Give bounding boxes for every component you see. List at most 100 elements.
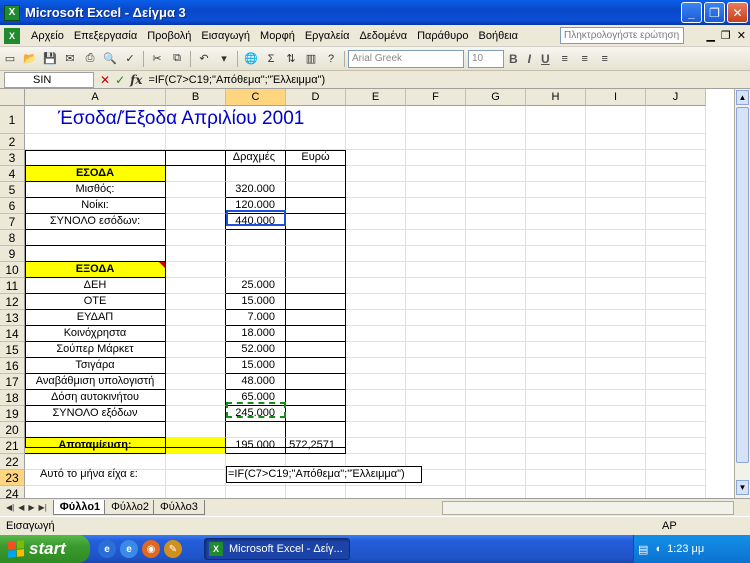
row-header[interactable]: 14	[0, 326, 25, 342]
font-select[interactable]: Arial Greek	[348, 49, 464, 68]
cell-d7[interactable]	[286, 214, 346, 230]
scroll-up-icon[interactable]: ▲	[736, 90, 749, 105]
worksheet-grid[interactable]: A B C D E F G H I J 1 2 3 Δραχμές Ευρώ 4 ΕΣΟΔΑ…	[0, 89, 734, 498]
cell-b17[interactable]	[166, 374, 226, 390]
vertical-scrollbar[interactable]: ▲ ▼	[734, 89, 750, 498]
cell-a4[interactable]: ΕΣΟΔΑ	[25, 166, 166, 182]
cell-d24[interactable]	[286, 486, 346, 498]
col-header-e[interactable]: E	[346, 89, 406, 106]
cell-h13[interactable]	[526, 310, 586, 326]
cell-a12[interactable]: ΟΤΕ	[25, 294, 166, 310]
cell-a7[interactable]: ΣΥΝΟΛΟ εσόδων:	[25, 214, 166, 230]
cell-b20[interactable]	[166, 422, 226, 438]
col-header-i[interactable]: I	[586, 89, 646, 106]
cell-a8[interactable]	[25, 230, 166, 246]
cell-j14[interactable]	[646, 326, 706, 342]
cell-d12[interactable]	[286, 294, 346, 310]
cell-f5[interactable]	[406, 182, 466, 198]
cell-i15[interactable]	[586, 342, 646, 358]
cell-f7[interactable]	[406, 214, 466, 230]
cell-c9[interactable]	[226, 246, 286, 262]
cell-i17[interactable]	[586, 374, 646, 390]
cell-f6[interactable]	[406, 198, 466, 214]
cell-h1[interactable]	[526, 106, 586, 134]
cell-f20[interactable]	[406, 422, 466, 438]
cell-g3[interactable]	[466, 150, 526, 166]
row-header[interactable]: 4	[0, 166, 25, 182]
undo-icon[interactable]: ↶	[196, 51, 212, 67]
enter-icon[interactable]: ✓	[115, 73, 125, 87]
insert-function-icon[interactable]: fx	[130, 73, 142, 87]
help-question-input[interactable]: Πληκτρολογήστε ερώτηση	[560, 27, 684, 44]
cell-h15[interactable]	[526, 342, 586, 358]
cell-h2[interactable]	[526, 134, 586, 150]
row-header[interactable]: 11	[0, 278, 25, 294]
cell-d8[interactable]	[286, 230, 346, 246]
cell-i11[interactable]	[586, 278, 646, 294]
cell-j6[interactable]	[646, 198, 706, 214]
cell-c7[interactable]: 440.000	[226, 214, 286, 230]
cell-i19[interactable]	[586, 406, 646, 422]
cell-g16[interactable]	[466, 358, 526, 374]
cell-b11[interactable]	[166, 278, 226, 294]
cell-h11[interactable]	[526, 278, 586, 294]
cell-d18[interactable]	[286, 390, 346, 406]
cell-e8[interactable]	[346, 230, 406, 246]
cell-b13[interactable]	[166, 310, 226, 326]
open-icon[interactable]: 📂	[22, 51, 38, 67]
hyperlink-icon[interactable]: 🌐	[243, 51, 259, 67]
name-box[interactable]: SIN	[4, 71, 94, 88]
cell-e15[interactable]	[346, 342, 406, 358]
cell-i16[interactable]	[586, 358, 646, 374]
cell-h14[interactable]	[526, 326, 586, 342]
cell-c19[interactable]: 245.000	[226, 406, 286, 422]
cell-i24[interactable]	[586, 486, 646, 498]
cell-c21[interactable]: 195.000	[226, 438, 286, 454]
cell-j15[interactable]	[646, 342, 706, 358]
print-icon[interactable]: ⎙	[82, 51, 98, 67]
row-header[interactable]: 24	[0, 486, 25, 498]
cell-f24[interactable]	[406, 486, 466, 498]
cell-a14[interactable]: Κοινόχρηστα	[25, 326, 166, 342]
cell-e5[interactable]	[346, 182, 406, 198]
row-header[interactable]: 23	[0, 470, 25, 486]
taskbar-excel-button[interactable]: X Microsoft Excel - Δείγ...	[204, 538, 350, 560]
cell-h9[interactable]	[526, 246, 586, 262]
cell-f15[interactable]	[406, 342, 466, 358]
cell-c18[interactable]: 65.000	[226, 390, 286, 406]
cell-h8[interactable]	[526, 230, 586, 246]
copy-icon[interactable]: ⧉	[169, 51, 185, 67]
cell-j11[interactable]	[646, 278, 706, 294]
tray-network-icon[interactable]: ▤	[638, 543, 648, 556]
cell-i1[interactable]	[586, 106, 646, 134]
next-sheet-icon[interactable]: ▶	[28, 503, 34, 512]
cell-j19[interactable]	[646, 406, 706, 422]
row-header[interactable]: 3	[0, 150, 25, 166]
cell-h16[interactable]	[526, 358, 586, 374]
cell-h3[interactable]	[526, 150, 586, 166]
cell-g14[interactable]	[466, 326, 526, 342]
cell-j8[interactable]	[646, 230, 706, 246]
col-header-d[interactable]: D	[286, 89, 346, 106]
cell-j3[interactable]	[646, 150, 706, 166]
cell-j12[interactable]	[646, 294, 706, 310]
cell-d20[interactable]	[286, 422, 346, 438]
cell-d17[interactable]	[286, 374, 346, 390]
doc-close-icon[interactable]: ✕	[737, 29, 746, 42]
cell-g19[interactable]	[466, 406, 526, 422]
cell-d3[interactable]: Ευρώ	[286, 150, 346, 166]
row-header[interactable]: 12	[0, 294, 25, 310]
help-icon[interactable]: ?	[323, 51, 339, 67]
cell-j5[interactable]	[646, 182, 706, 198]
permission-icon[interactable]: ✉	[62, 51, 78, 67]
spelling-icon[interactable]: ✓	[122, 51, 138, 67]
prev-sheet-icon[interactable]: ◀	[18, 503, 24, 512]
cell-a20[interactable]	[25, 422, 166, 438]
align-center-icon[interactable]: ≡	[577, 51, 593, 67]
cell-i23[interactable]	[586, 470, 646, 486]
row-header[interactable]: 22	[0, 454, 25, 470]
cell-g24[interactable]	[466, 486, 526, 498]
cell-d9[interactable]	[286, 246, 346, 262]
cell-b18[interactable]	[166, 390, 226, 406]
cell-g8[interactable]	[466, 230, 526, 246]
